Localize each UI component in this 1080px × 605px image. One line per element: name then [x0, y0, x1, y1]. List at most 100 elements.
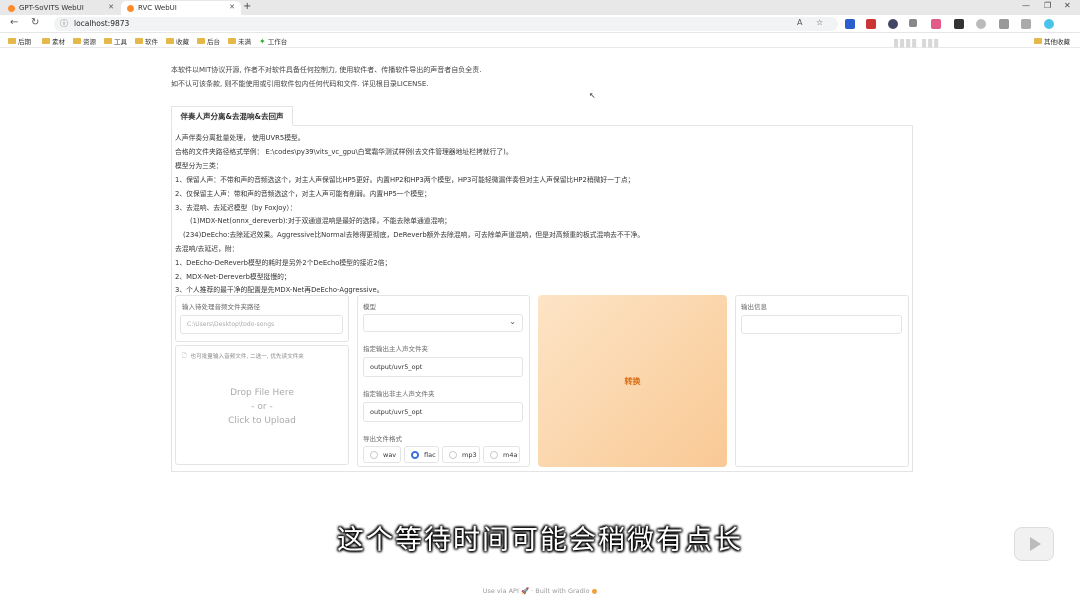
drop-file-text: Drop File Here	[230, 388, 294, 398]
extension-icon[interactable]	[931, 19, 941, 29]
folder-icon	[228, 38, 236, 44]
description-line: 人声伴奏分离批量处理， 使用UVR5模型。	[175, 134, 305, 142]
description-line: 去混响/去延迟，附：	[175, 245, 239, 253]
vocal-output-label: 指定输出主人声文件夹	[363, 345, 428, 353]
copilot-icon[interactable]	[1044, 19, 1054, 29]
bookmark-folder[interactable]: 后期	[8, 36, 31, 46]
vocal-output-field[interactable]: output/uvr5_opt	[363, 357, 523, 377]
model-dropdown[interactable]: ⌄	[363, 314, 523, 332]
format-radio-m4a[interactable]: m4a	[483, 446, 520, 463]
output-info-field[interactable]	[741, 315, 902, 334]
site-info-icon[interactable]: ⓘ	[60, 18, 68, 29]
favorite-star-icon[interactable]: ☆	[816, 18, 823, 27]
extension-icon[interactable]	[866, 19, 876, 29]
address-bar[interactable]: ⓘ localhost:9873 A ☆	[54, 17, 838, 31]
mouse-cursor-icon: ↖	[589, 91, 596, 100]
description-line: (1)MDX-Net(onnx_dereverb):对于双通道混响是最好的选择，…	[190, 217, 451, 225]
read-aloud-icon[interactable]: A	[797, 18, 802, 27]
footer-separator: ·	[531, 587, 534, 595]
extension-icon[interactable]	[909, 19, 917, 27]
tab-favicon-icon	[8, 4, 15, 12]
description-line: 模型分为三类：	[175, 162, 223, 170]
tab-uvr5[interactable]: 伴奏人声分离&去混响&去回声	[171, 106, 293, 126]
folder-icon	[104, 38, 112, 44]
folder-icon	[166, 38, 174, 44]
browser-tab-rvc[interactable]: RVC WebUI ✕	[121, 1, 241, 15]
bookmark-folder[interactable]: 工具	[104, 36, 127, 46]
folder-icon	[8, 38, 16, 44]
other-output-label: 指定输出非主人声文件夹	[363, 390, 435, 398]
gradio-footer: Use via API 🚀 · Built with Gradio ●	[0, 587, 1080, 595]
description-line: 2、MDX-Net-Dereverb模型挺慢的；	[175, 273, 291, 281]
radio-circle-icon	[370, 450, 378, 459]
upload-hint: 🗋 也可批量输入音频文件, 二选一, 优先读文件夹	[182, 353, 304, 360]
new-tab-icon[interactable]: +	[243, 1, 251, 12]
folder-icon	[135, 38, 143, 44]
description-line: 2、仅保留主人声：带和声的音频选这个，对主人声可能有削弱。内置HP5一个模型；	[175, 190, 431, 198]
format-radio-wav[interactable]: wav	[363, 446, 401, 463]
video-subtitle: 这个等待时间可能会稍微有点长	[337, 525, 743, 556]
tab-favicon-icon	[127, 4, 134, 12]
bookmark-folder[interactable]: 收藏	[166, 36, 189, 46]
bookmark-link[interactable]: ✦ 工作台	[259, 36, 287, 47]
extension-icon[interactable]	[976, 19, 986, 29]
use-via-api-link[interactable]: Use via API	[483, 587, 519, 595]
description-line: (234)DeEcho:去除延迟效果。Aggressive比Normal去除得更…	[183, 231, 645, 239]
built-with-gradio-link[interactable]: Built with Gradio	[535, 587, 589, 595]
file-upload-dropzone[interactable]: 🗋 也可批量输入音频文件, 二选一, 优先读文件夹 Drop File Here…	[175, 345, 349, 465]
radio-circle-icon	[490, 450, 498, 459]
other-output-field[interactable]: output/uvr5_opt	[363, 402, 523, 422]
reload-icon[interactable]: ↻	[31, 17, 39, 28]
split-screen-icon[interactable]	[999, 19, 1009, 29]
chevron-down-icon: ⌄	[509, 317, 516, 326]
tab-title: RVC WebUI	[138, 4, 177, 12]
description-line: 3、去混响、去延迟模型（by FoxJoy）：	[175, 204, 297, 212]
video-watermark-logo: ▮▮▮▮ ▮▮▮	[893, 36, 940, 49]
folder-icon	[1034, 38, 1042, 44]
restore-icon[interactable]: ❐	[1044, 1, 1051, 10]
url-text: localhost:9873	[74, 19, 130, 28]
back-icon[interactable]: ←	[10, 17, 18, 28]
format-radio-mp3[interactable]: mp3	[442, 446, 480, 463]
extension-icon[interactable]	[888, 19, 898, 29]
license-notice-line1: 本软件以MIT协议开源, 作者不对软件具备任何控制力, 使用软件者、传播软件导出…	[171, 66, 482, 74]
model-label: 模型	[363, 303, 376, 311]
close-tab-icon[interactable]: ✕	[229, 3, 235, 11]
browser-tab-bar: GPT-SoVITS WebUI ✕ RVC WebUI ✕ + — ❐ ✕	[0, 0, 1080, 15]
folder-icon	[42, 38, 50, 44]
bookmark-folder[interactable]: 未满	[228, 36, 251, 46]
favorites-icon[interactable]	[1021, 19, 1031, 29]
output-info-label: 输出信息	[741, 303, 767, 311]
close-window-icon[interactable]: ✕	[1064, 1, 1071, 10]
gradio-logo-icon: ●	[591, 587, 598, 595]
description-line: 1、DeEcho-DeReverb模型的耗时是另外2个DeEcho模型的接近2倍…	[175, 259, 392, 267]
description-line: 1、保留人声：不带和声的音频选这个，对主人声保留比HP5更好。内置HP2和HP3…	[175, 176, 635, 184]
bookmark-folder[interactable]: 素材	[42, 36, 65, 46]
rocket-icon: 🚀	[520, 587, 530, 595]
input-folder-label: 输入待处理音频文件夹路径	[182, 303, 260, 311]
bookmark-folder[interactable]: 资源	[73, 36, 96, 46]
leaf-icon: ✦	[259, 36, 266, 46]
folder-icon	[197, 38, 205, 44]
tab-title: GPT-SoVITS WebUI	[19, 4, 84, 12]
input-folder-field[interactable]: C:\Users\Desktop\todo-songs	[180, 315, 343, 334]
format-label: 导出文件格式	[363, 435, 402, 443]
folder-icon	[73, 38, 81, 44]
extension-icon[interactable]	[845, 19, 855, 29]
other-bookmarks[interactable]: 其他收藏	[1034, 36, 1070, 46]
license-notice-line2: 如不认可该条款, 则不能使用或引用软件包内任何代码和文件. 详见根目录LICEN…	[171, 80, 429, 88]
convert-button[interactable]: 转换	[538, 295, 727, 467]
close-tab-icon[interactable]: ✕	[108, 3, 114, 11]
format-radio-flac[interactable]: flac	[404, 446, 439, 463]
bookmark-folder[interactable]: 后台	[197, 36, 220, 46]
file-icon: 🗋	[182, 353, 187, 359]
bookmark-folder[interactable]: 软件	[135, 36, 158, 46]
play-icon	[1030, 537, 1041, 551]
browser-tab-gpt-sovits[interactable]: GPT-SoVITS WebUI ✕	[2, 1, 120, 15]
minimize-icon[interactable]: —	[1022, 1, 1030, 10]
video-play-button[interactable]	[1014, 527, 1054, 561]
drop-or-text: - or -	[251, 402, 273, 412]
radio-circle-icon	[449, 450, 457, 459]
description-line: 3、个人推荐的最干净的配置是先MDX-Net再DeEcho-Aggressive…	[175, 286, 384, 294]
extension-icon[interactable]	[954, 19, 964, 29]
